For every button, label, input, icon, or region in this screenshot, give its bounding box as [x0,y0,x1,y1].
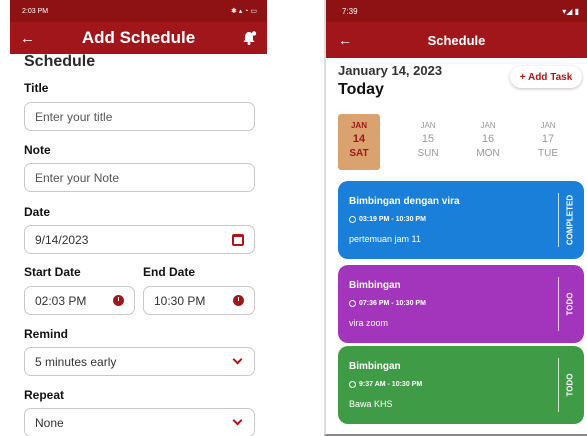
status-divider [558,277,559,331]
status-icons: ▾◢ ▮ [562,6,579,16]
start-time-field[interactable]: 02:03 PM [24,286,135,315]
note-label: Note [24,143,51,157]
day-month: JAN [350,121,367,130]
date-label: Date [24,205,51,219]
day-number: 16 [481,133,495,145]
task-time-row: 03:19 PM - 10:30 PM [349,216,426,223]
task-note: Bawa KHS [349,399,393,409]
task-time: 07:36 PM - 10:30 PM [359,300,426,307]
date-picker-day[interactable]: JAN 16 MON [467,114,509,170]
day-month: JAN [420,121,436,130]
day-weekday: SAT [349,148,369,159]
status-time: 7:39 [342,6,358,16]
day-month: JAN [480,121,496,130]
end-time-value: 10:30 PM [154,293,206,308]
page-title: Add Schedule [81,28,196,47]
notification-bell-icon[interactable] [241,30,257,46]
app-bar: ← Add Schedule [10,22,267,54]
date-field[interactable]: 9/14/2023 [24,225,255,254]
task-note: vira zoom [349,318,389,328]
day-month: JAN [540,121,556,130]
status-bar: 7:39 ▾◢ ▮ [326,0,587,22]
chevron-down-icon [232,415,243,426]
task-status: COMPLETED [565,194,575,246]
note-placeholder: Enter your Note [35,170,120,185]
task-title: Bimbingan dengan vira [349,196,460,207]
start-date-label: Start Date [24,265,81,279]
clock-icon[interactable] [113,295,124,306]
clock-icon [349,216,356,223]
remind-value: 5 minutes early [35,354,117,369]
add-schedule-screen: 2:03 PM ✱ ▴ ◔ ▭ ← Add Schedule Schedule … [10,0,267,436]
task-title: Bimbingan [349,280,401,291]
task-time: 9:37 AM - 10:30 PM [359,381,423,388]
clock-icon [349,300,356,307]
end-date-label: End Date [143,265,196,279]
clock-icon [349,381,356,388]
task-card[interactable]: Bimbingan 07:36 PM - 10:30 PM vira zoom … [338,265,584,343]
start-time-value: 02:03 PM [35,293,87,308]
day-weekday: TUE [538,148,558,159]
remind-label: Remind [24,327,69,341]
title-input[interactable]: Enter your title [24,102,255,131]
task-status: TODO [565,292,575,316]
day-number: 15 [421,133,435,145]
task-title: Bimbingan [349,361,401,372]
end-time-field[interactable]: 10:30 PM [143,286,255,315]
calendar-icon[interactable] [232,233,244,246]
section-heading: Schedule [24,53,96,70]
note-input[interactable]: Enter your Note [24,163,255,192]
task-card[interactable]: Bimbingan dengan vira 03:19 PM - 10:30 P… [338,181,584,259]
task-time-row: 07:36 PM - 10:30 PM [349,300,426,307]
remind-select[interactable]: 5 minutes early [24,347,255,376]
status-icons: ✱ ▴ ◔ ▭ [230,8,257,15]
status-bar: 2:03 PM ✱ ▴ ◔ ▭ [10,0,267,22]
day-weekday: MON [476,148,500,159]
today-label: Today [338,81,384,98]
add-task-button[interactable]: + Add Task [510,66,582,88]
date-value: 9/14/2023 [35,232,89,247]
repeat-label: Repeat [24,388,65,402]
task-time: 03:19 PM - 10:30 PM [359,216,426,223]
page-title: Schedule [427,32,486,48]
title-placeholder: Enter your title [35,109,113,124]
day-number: 14 [352,133,366,145]
task-card[interactable]: Bimbingan 9:37 AM - 10:30 PM Bawa KHS TO… [338,346,584,424]
day-number: 17 [541,133,555,145]
app-bar: ← Schedule [326,22,587,58]
chevron-down-icon [232,354,243,365]
status-divider [558,358,559,412]
repeat-select[interactable]: None [24,408,255,436]
date-picker-day[interactable]: JAN 14 SAT [338,114,380,170]
status-divider [558,193,559,247]
schedule-screen: 7:39 ▾◢ ▮ ← Schedule January 14, 2023 To… [324,0,587,436]
clock-icon[interactable] [233,295,244,306]
title-label: Title [24,81,49,95]
task-status: TODO [565,373,575,397]
day-weekday: SUN [417,148,439,159]
status-time: 2:03 PM [22,7,49,15]
repeat-value: None [35,415,64,430]
task-time-row: 9:37 AM - 10:30 PM [349,381,422,388]
date-picker-day[interactable]: JAN 17 TUE [527,114,569,170]
current-date-heading: January 14, 2023 [338,63,443,78]
task-note: pertemuan jam 11 [349,234,421,244]
date-picker-day[interactable]: JAN 15 SUN [407,114,449,170]
